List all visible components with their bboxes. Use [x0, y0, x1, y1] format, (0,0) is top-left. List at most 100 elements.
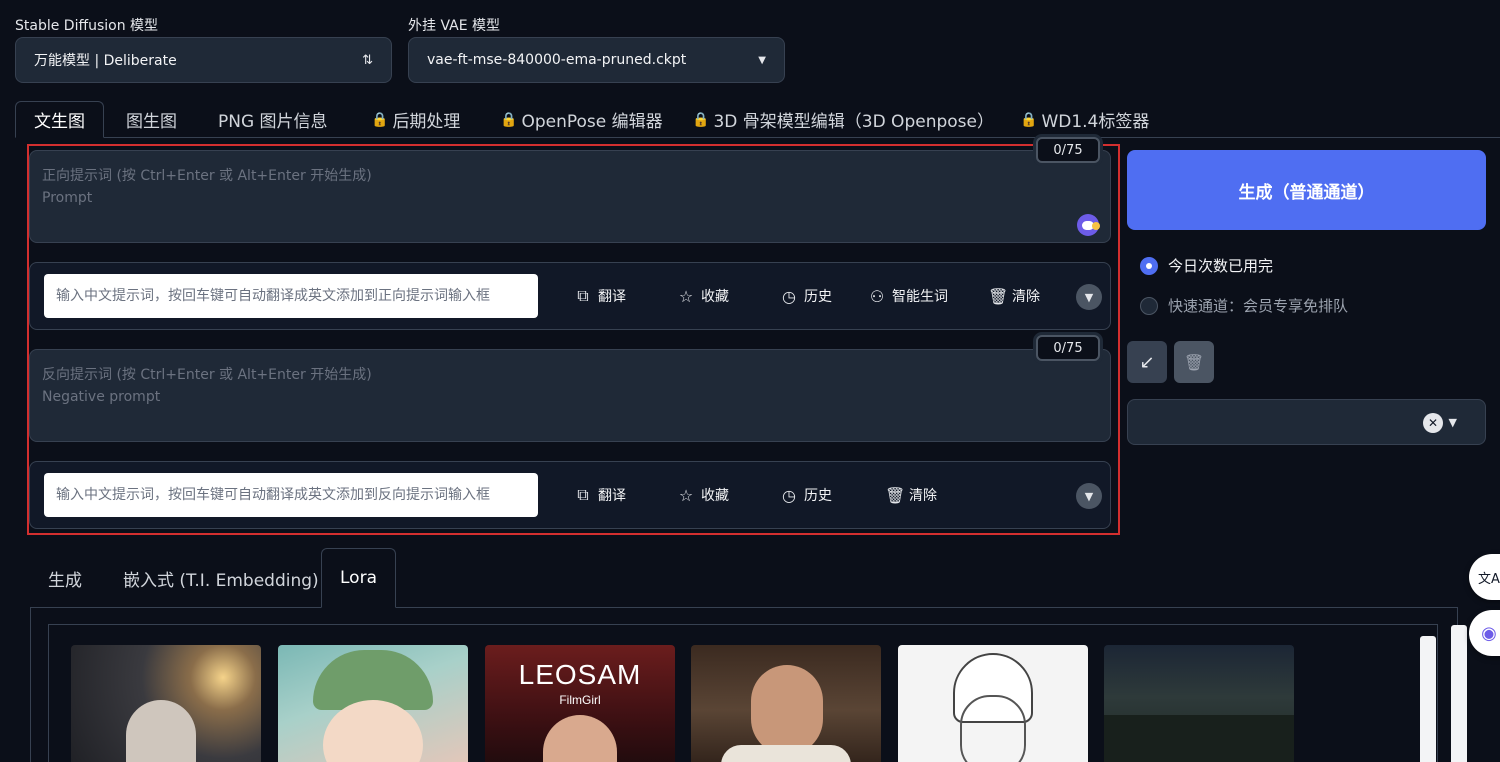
translate-button[interactable]: ⧉ 翻译	[574, 286, 626, 306]
shirt-shape	[721, 745, 851, 762]
clock-icon: ◷	[782, 286, 796, 306]
assistant-dot-icon	[1092, 222, 1100, 230]
lora-card[interactable]	[898, 645, 1088, 762]
tab-txt2img[interactable]: 文生图	[15, 101, 104, 138]
tab-lora[interactable]: Lora	[321, 548, 396, 608]
translate-label: 翻译	[598, 488, 626, 504]
gallery-scrollbar[interactable]	[1420, 636, 1436, 762]
nodes-icon: ⚇	[869, 286, 885, 306]
sort-arrows-icon: ⇅	[362, 52, 373, 68]
tab-label: 图生图	[126, 112, 177, 132]
tab-3d-openpose[interactable]: 🔒 3D 骨架模型编辑（3D Openpose）	[692, 101, 994, 138]
trash-icon[interactable]: 🗑	[1174, 341, 1214, 383]
favorite-label: 收藏	[701, 289, 729, 305]
sd-model-value: 万能模型 | Deliberate	[34, 53, 177, 69]
tab-embedding[interactable]: 嵌入式 (T.I. Embedding)	[123, 548, 319, 608]
negative-prompt-textarea[interactable]: 反向提示词 (按 Ctrl+Enter 或 Alt+Enter 开始生成) Ne…	[29, 349, 1111, 442]
positive-prompt-placeholder: 正向提示词 (按 Ctrl+Enter 或 Alt+Enter 开始生成)	[42, 168, 372, 184]
translate-icon: ⧉	[577, 286, 589, 305]
lora-card[interactable]: LEOSAM FilmGirl	[485, 645, 675, 762]
favorite-label: 收藏	[701, 488, 729, 504]
history-label: 历史	[804, 488, 832, 504]
trash-icon: 🗑	[885, 485, 906, 505]
clear-button[interactable]: 🗑 清除	[988, 286, 1040, 306]
translate-label: 翻译	[598, 289, 626, 305]
lock-icon: 🔒	[1020, 111, 1038, 128]
lora-preview-image	[1104, 715, 1294, 762]
lora-card[interactable]	[1104, 645, 1294, 762]
tab-label: 3D 骨架模型编辑（3D Openpose）	[713, 112, 994, 132]
token-counter: 0/75	[1036, 137, 1100, 163]
positive-translate-input[interactable]	[44, 274, 538, 318]
tab-openpose-editor[interactable]: 🔒 OpenPose 编辑器	[500, 101, 663, 138]
positive-prompt-placeholder-en: Prompt	[42, 190, 93, 206]
translate-icon: ⧉	[577, 485, 589, 504]
lora-card[interactable]	[71, 645, 261, 762]
sd-model-label: Stable Diffusion 模型	[15, 18, 159, 34]
negative-translate-input[interactable]	[44, 473, 538, 517]
tab-generation[interactable]: 生成	[48, 548, 82, 608]
trash-icon: 🗑	[988, 286, 1009, 306]
star-icon: ☆	[678, 286, 694, 306]
tab-img2img[interactable]: 图生图	[126, 101, 177, 138]
chevron-down-icon: ▼	[758, 54, 766, 66]
tab-label: 生成	[48, 570, 82, 591]
tab-label: WD1.4标签器	[1041, 112, 1150, 132]
tab-label: 后期处理	[392, 112, 461, 132]
radio-fast-lane[interactable]: 快速通道：会员专享免排队	[1140, 295, 1348, 316]
generate-button[interactable]: 生成（普通通道）	[1127, 150, 1486, 230]
tab-label: 文生图	[34, 112, 85, 132]
positive-prompt-textarea[interactable]: 正向提示词 (按 Ctrl+Enter 或 Alt+Enter 开始生成) Pr…	[29, 150, 1111, 243]
lora-card[interactable]	[278, 645, 468, 762]
clear-x-icon[interactable]: ✕	[1423, 413, 1443, 433]
lock-icon: 🔒	[692, 111, 710, 128]
caret-down-icon: ▼	[1448, 416, 1457, 429]
lora-subtitle: FilmGirl	[559, 693, 601, 707]
vae-model-label: 外挂 VAE 模型	[408, 18, 501, 34]
star-icon: ☆	[678, 485, 694, 505]
lora-card[interactable]	[691, 645, 881, 762]
negative-prompt-placeholder-en: Negative prompt	[42, 389, 161, 405]
negative-prompt-placeholder: 反向提示词 (按 Ctrl+Enter 或 Alt+Enter 开始生成)	[42, 367, 372, 383]
tab-wd14-tagger[interactable]: 🔒 WD1.4标签器	[1020, 101, 1149, 138]
lora-preview-image	[126, 700, 196, 762]
history-label: 历史	[804, 289, 832, 305]
tab-png-info[interactable]: PNG 图片信息	[218, 101, 328, 138]
expand-chevron-icon[interactable]: ▼	[1076, 483, 1102, 509]
radio-unselected-icon	[1140, 296, 1158, 315]
history-button[interactable]: ◷ 历史	[780, 485, 832, 505]
smart-words-button[interactable]: ⚇ 智能生词	[868, 286, 948, 306]
panel-scrollbar[interactable]	[1451, 625, 1467, 762]
clear-label: 清除	[909, 488, 937, 504]
clear-button[interactable]: 🗑 清除	[885, 485, 937, 505]
translate-button[interactable]: ⧉ 翻译	[574, 485, 626, 505]
assistant-bot-icon[interactable]: ◉	[1469, 610, 1500, 656]
history-button[interactable]: ◷ 历史	[780, 286, 832, 306]
translate-page-icon[interactable]: 文A	[1469, 554, 1500, 600]
favorite-button[interactable]: ☆ 收藏	[677, 286, 729, 306]
tab-label: PNG 图片信息	[218, 112, 328, 132]
tab-label: 嵌入式 (T.I. Embedding)	[123, 570, 319, 591]
favorite-button[interactable]: ☆ 收藏	[677, 485, 729, 505]
vae-model-select[interactable]: vae-ft-mse-840000-ema-pruned.ckpt ▼	[408, 37, 785, 83]
lock-icon: 🔒	[500, 111, 518, 128]
lora-preview-image	[543, 715, 617, 762]
radio-label: 快速通道：会员专享免排队	[1168, 297, 1349, 315]
tab-label: Lora	[340, 568, 377, 588]
sd-model-select[interactable]: 万能模型 | Deliberate ⇅	[15, 37, 392, 83]
tab-label: OpenPose 编辑器	[521, 112, 663, 132]
lock-icon: 🔒	[371, 111, 389, 128]
arrow-down-left-icon[interactable]: ↙	[1127, 341, 1167, 383]
smart-words-label: 智能生词	[892, 289, 948, 305]
clear-label: 清除	[1012, 289, 1040, 305]
tab-extras[interactable]: 🔒 后期处理	[371, 101, 460, 138]
radio-daily-quota[interactable]: 今日次数已用完	[1140, 255, 1273, 276]
style-dropdown[interactable]: ✕ ▼	[1127, 399, 1486, 445]
lora-title: LEOSAM	[518, 659, 642, 690]
clock-icon: ◷	[782, 485, 796, 505]
radio-selected-icon	[1140, 256, 1158, 275]
expand-chevron-icon[interactable]: ▼	[1076, 284, 1102, 310]
lora-preview-image	[751, 665, 823, 755]
radio-label: 今日次数已用完	[1168, 257, 1274, 275]
face-outline	[960, 695, 1026, 762]
